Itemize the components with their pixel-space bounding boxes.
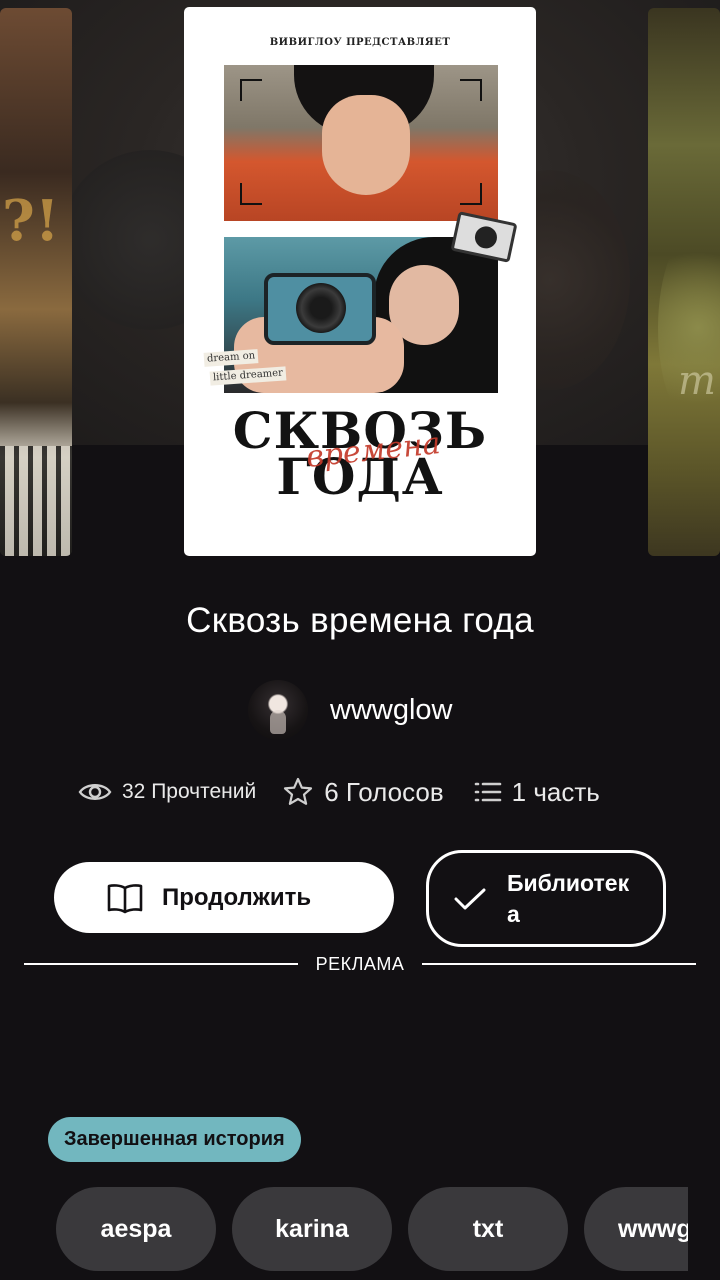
previous-cover[interactable]: ?! [0, 8, 72, 556]
book-cover[interactable]: ВИВИГЛОУ ПРЕДСТАВЛЯЕТ dream on little dr… [184, 7, 536, 556]
library-label: Библиотека [507, 869, 630, 927]
previous-cover-art: ?! [2, 188, 60, 254]
star-icon [284, 777, 313, 805]
book-icon [107, 883, 143, 913]
eye-icon [78, 784, 112, 800]
reads-stat: 32 Прочтений [78, 780, 256, 804]
votes-stat: 6 Голосов [282, 776, 444, 808]
story-title: Сквозь времена года [186, 601, 534, 640]
cover-photo-top [224, 65, 498, 221]
parts-count: 1 часть [511, 776, 600, 807]
add-to-library-button[interactable]: Библиотека [426, 850, 666, 947]
tag-list[interactable]: aespa karina txt wwwglow [56, 1187, 688, 1271]
avatar[interactable] [248, 680, 308, 740]
viewfinder-frame [238, 77, 484, 207]
parts-stat: 1 часть [474, 777, 600, 808]
tag-chip[interactable]: wwwglow [584, 1187, 688, 1271]
author-link[interactable]: wwwglow [248, 680, 452, 740]
completed-status-badge: Завершенная история [48, 1117, 301, 1162]
divider-line-left [24, 963, 298, 965]
story-stats: 32 Прочтений 6 Голосов 1 часть [78, 776, 600, 808]
ad-divider: РЕКЛАМА [24, 952, 697, 976]
tag-chip[interactable]: karina [232, 1187, 392, 1271]
cover-carousel[interactable]: ?! m ВИВИГЛОУ ПРЕДСТАВЛЯЕТ dream on litt… [0, 0, 720, 560]
author-name[interactable]: wwwglow [330, 694, 452, 727]
camera-lens [296, 283, 346, 333]
previous-cover-fence [0, 446, 72, 556]
tag-chip[interactable]: txt [408, 1187, 568, 1271]
next-cover-script: m [678, 358, 716, 404]
list-icon [474, 782, 501, 802]
votes-count: 6 Голосов [324, 776, 444, 807]
divider-line-right [422, 963, 697, 965]
tag-chip[interactable]: aespa [56, 1187, 216, 1271]
ad-label: РЕКЛАМА [315, 953, 405, 974]
cover-presenter-text: ВИВИГЛОУ ПРЕДСТАВЛЯЕТ [269, 37, 451, 48]
next-cover[interactable]: m [648, 8, 720, 556]
continue-reading-button[interactable]: Продолжить [54, 862, 394, 933]
reads-count: 32 Прочтений [122, 780, 257, 803]
check-icon [454, 888, 486, 909]
continue-label: Продолжить [162, 883, 312, 911]
